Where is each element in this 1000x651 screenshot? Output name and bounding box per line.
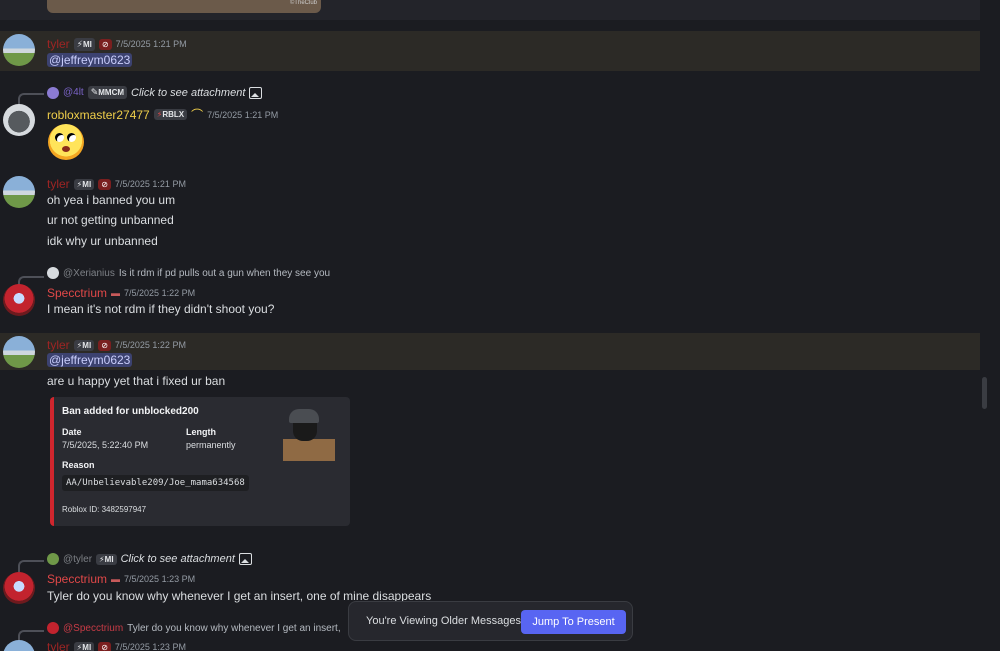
embed-field-label: Date bbox=[62, 427, 82, 437]
message: robloxmaster27477 ⚡RBLX ⌒ 7/5/2025 1:21 … bbox=[0, 100, 980, 160]
message-text: ur not getting unbanned bbox=[47, 213, 174, 227]
reply-text: Tyler do you know why whenever I get an … bbox=[127, 622, 341, 634]
flag-icon: ▬ bbox=[111, 288, 121, 298]
reply-preview[interactable]: @4lt ✎MMCM Click to see attachment bbox=[47, 86, 263, 99]
avatar[interactable] bbox=[3, 284, 35, 316]
reply-author[interactable]: @tyler bbox=[63, 554, 92, 565]
message-text: oh yea i banned you um bbox=[47, 193, 176, 207]
avatar[interactable] bbox=[3, 336, 35, 368]
author-name[interactable]: Specctrium bbox=[47, 572, 107, 586]
timestamp: 7/5/2025 1:21 PM bbox=[114, 179, 186, 189]
message: Specctrium ▬ 7/5/2025 1:22 PM I mean it'… bbox=[0, 282, 980, 322]
older-messages-notice: You're Viewing Older Messages bbox=[366, 615, 521, 627]
avatar[interactable] bbox=[3, 640, 35, 651]
author-name[interactable]: tyler bbox=[47, 37, 70, 51]
no-entry-icon: ⊘ bbox=[98, 38, 112, 50]
reply-text: Click to see attachment bbox=[120, 553, 235, 565]
jump-to-present-button[interactable]: Jump To Present bbox=[521, 610, 626, 634]
reply-avatar bbox=[47, 553, 59, 565]
reply-text: Click to see attachment bbox=[131, 86, 246, 99]
role-tag[interactable]: ⚡MI bbox=[73, 178, 95, 190]
role-tag: ⚡MI bbox=[96, 553, 117, 565]
reply-avatar bbox=[47, 86, 59, 99]
reply-preview[interactable]: @tyler ⚡MI Click to see attachment bbox=[47, 553, 252, 565]
message-text: I mean it's not rdm if they didn't shoot… bbox=[47, 302, 275, 316]
user-mention[interactable]: @jeffreym0623 bbox=[47, 353, 133, 367]
author-name[interactable]: tyler bbox=[47, 338, 70, 352]
image-icon bbox=[249, 86, 263, 99]
timestamp: 7/5/2025 1:23 PM bbox=[124, 574, 196, 584]
ban-embed: Ban added for unblocked200 Date 7/5/2025… bbox=[50, 397, 350, 526]
embed-footer: Roblox ID: 3482597947 bbox=[62, 505, 147, 514]
embed-field-value: 7/5/2025, 5:22:40 PM bbox=[62, 440, 149, 450]
image-icon bbox=[238, 553, 252, 565]
flag-icon: ▬ bbox=[111, 574, 121, 584]
role-tag[interactable]: ⚡MI bbox=[73, 339, 95, 351]
message: tyler ⚡MI ⊘ 7/5/2025 1:21 PM oh yea i ba… bbox=[0, 172, 980, 252]
role-tag[interactable]: ⚡MI bbox=[73, 641, 95, 651]
avatar[interactable] bbox=[3, 104, 35, 136]
message-list[interactable]: ©TheClub tyler ⚡MI ⊘ 7/5/2025 1:21 PM @j… bbox=[0, 0, 1000, 651]
avatar-body bbox=[283, 439, 335, 461]
reply-author[interactable]: @Specctrium bbox=[63, 623, 123, 634]
message-text: idk why ur unbanned bbox=[47, 234, 158, 248]
message-text: are u happy yet that i fixed ur ban bbox=[47, 374, 226, 388]
avatar[interactable] bbox=[3, 34, 35, 66]
timestamp: 7/5/2025 1:21 PM bbox=[207, 109, 279, 120]
reply-author[interactable]: @4lt bbox=[63, 87, 84, 98]
attachment-image[interactable]: ©TheClub bbox=[47, 0, 321, 13]
reply-preview[interactable]: @Specctrium Tyler do you know why whenev… bbox=[47, 622, 341, 634]
timestamp: 7/5/2025 1:22 PM bbox=[114, 340, 186, 350]
reply-avatar bbox=[47, 267, 59, 279]
previous-attachment: ©TheClub bbox=[0, 0, 980, 20]
author-name[interactable]: Specctrium bbox=[47, 286, 107, 300]
avatar[interactable] bbox=[3, 176, 35, 208]
rolling-eyes-emoji bbox=[48, 124, 84, 160]
reason-code: AA/Unbelievable209/Joe_mama634568 bbox=[62, 475, 249, 491]
embed-thumbnail[interactable] bbox=[279, 409, 337, 461]
reply-avatar bbox=[47, 622, 59, 634]
user-mention[interactable]: @jeffreym0623 bbox=[47, 53, 133, 67]
author-name[interactable]: robloxmaster27477 bbox=[47, 108, 150, 122]
no-entry-icon: ⊘ bbox=[98, 641, 111, 651]
timestamp: 7/5/2025 1:23 PM bbox=[114, 642, 186, 651]
reply-preview[interactable]: @Xerianius Is it rdm if pd pulls out a g… bbox=[47, 267, 330, 279]
author-name[interactable]: tyler bbox=[47, 640, 70, 651]
timestamp: 7/5/2025 1:22 PM bbox=[124, 288, 196, 298]
embed-title: Ban added for unblocked200 bbox=[62, 406, 199, 417]
scrollbar-thumb[interactable] bbox=[982, 377, 987, 409]
embed-field-value: permanently bbox=[186, 440, 236, 450]
role-tag: ✎MMCM bbox=[87, 86, 128, 99]
avatar[interactable] bbox=[3, 572, 35, 604]
embed-field-label: Length bbox=[186, 427, 216, 437]
message: tyler ⚡MI ⊘ 7/5/2025 1:21 PM @jeffreym06… bbox=[0, 31, 980, 71]
timestamp: 7/5/2025 1:21 PM bbox=[115, 39, 187, 49]
no-entry-icon: ⊘ bbox=[98, 178, 111, 190]
no-entry-icon: ⊘ bbox=[98, 339, 111, 351]
embed-field-label: Reason bbox=[62, 460, 95, 470]
author-name[interactable]: tyler bbox=[47, 177, 70, 191]
role-tag[interactable]: ⚡RBLX bbox=[153, 109, 188, 120]
older-messages-bar: You're Viewing Older Messages Jump To Pr… bbox=[348, 601, 633, 641]
banana-icon: ⌒ bbox=[191, 108, 204, 122]
avatar-cap bbox=[289, 409, 319, 423]
reply-text: Is it rdm if pd pulls out a gun when the… bbox=[118, 267, 331, 279]
role-tag[interactable]: ⚡MI bbox=[73, 37, 95, 51]
right-rail bbox=[995, 0, 1000, 651]
reply-author[interactable]: @Xerianius bbox=[63, 268, 115, 279]
attachment-caption: ©TheClub bbox=[289, 0, 317, 6]
